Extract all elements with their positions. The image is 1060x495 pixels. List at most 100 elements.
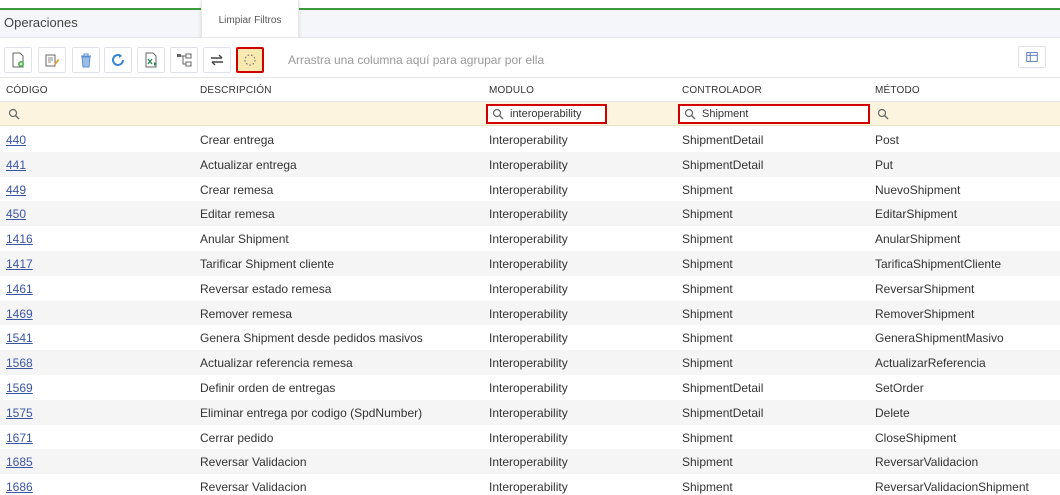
table-row[interactable]: 1416 Anular Shipment Interoperability Shipm… — [0, 226, 1060, 251]
codigo-link[interactable]: 441 — [6, 158, 26, 172]
column-header-modulo[interactable]: MODULO — [489, 85, 534, 96]
codigo-link[interactable]: 1416 — [6, 232, 33, 246]
hierarchy-icon — [177, 53, 192, 67]
controlador-cell: Shipment — [682, 281, 733, 296]
controlador-cell: Shipment — [682, 306, 733, 321]
hierarchy-button[interactable] — [170, 47, 198, 73]
refresh-button[interactable] — [104, 47, 132, 73]
column-header-codigo[interactable]: CÓDIGO — [6, 85, 48, 96]
table-row[interactable]: 1671 Cerrar pedido Interoperability Shipmen… — [0, 425, 1060, 450]
codigo-filter[interactable] — [4, 104, 194, 124]
panel-title: Operaciones — [4, 15, 78, 30]
table-row[interactable]: 441 Actualizar entrega Interoperability Shi… — [0, 151, 1060, 177]
modulo-cell: Interoperability — [489, 480, 568, 495]
descripcion-cell: Actualizar entrega — [200, 157, 297, 172]
metodo-cell: SetOrder — [875, 380, 924, 395]
swap-button[interactable] — [203, 47, 231, 73]
codigo-link[interactable]: 1575 — [6, 406, 33, 420]
table-row[interactable]: 1461 Reversar estado remesa Interoperabili… — [0, 276, 1060, 301]
grid-body: 440 Crear entrega Interoperability Shipment… — [0, 127, 1060, 495]
codigo-link[interactable]: 449 — [6, 183, 26, 197]
controlador-filter[interactable]: Shipment — [678, 104, 870, 124]
modulo-cell: Interoperability — [489, 356, 568, 371]
column-header-metodo[interactable]: MÉTODO — [875, 85, 920, 96]
table-row[interactable]: 449 Crear remesa Interoperability Shipment N… — [0, 177, 1060, 202]
metodo-cell: EditarShipment — [875, 207, 958, 222]
metodo-cell: ActualizarReferencia — [875, 356, 986, 371]
metodo-cell: AnularShipment — [875, 232, 961, 247]
descripcion-cell: Definir orden de entregas — [200, 380, 336, 395]
codigo-link[interactable]: 1541 — [6, 331, 33, 345]
descripcion-cell: Genera Shipment desde pedidos masivos — [200, 331, 423, 346]
descripcion-cell: Actualizar referencia remesa — [200, 356, 353, 371]
clear-filters-icon — [244, 54, 256, 66]
new-record-button[interactable] — [4, 47, 32, 73]
controlador-cell: Shipment — [682, 480, 733, 495]
group-by-hint[interactable]: Arrastra una columna aquí para agrupar p… — [288, 53, 544, 67]
search-icon — [492, 108, 504, 120]
search-icon — [684, 108, 696, 120]
clear-filters-tooltip: Limpiar Filtros — [201, 0, 299, 38]
controlador-cell: ShipmentDetail — [682, 133, 764, 147]
controlador-cell: Shipment — [682, 232, 733, 247]
table-row[interactable]: 1575 Eliminar entrega por codigo (SpdNumb… — [0, 399, 1060, 425]
controlador-cell: ShipmentDetail — [682, 405, 764, 420]
controlador-cell: ShipmentDetail — [682, 157, 764, 172]
descripcion-cell: Crear entrega — [200, 133, 275, 147]
search-icon — [8, 108, 20, 120]
table-row[interactable]: 1417 Tarificar Shipment cliente Interopera… — [0, 250, 1060, 276]
table-row[interactable]: 1568 Actualizar referencia remesa Interope… — [0, 350, 1060, 375]
export-excel-icon — [145, 52, 157, 68]
codigo-link[interactable]: 1417 — [6, 257, 33, 271]
column-header-descripcion[interactable]: DESCRIPCIÓN — [200, 85, 272, 96]
modulo-cell: Interoperability — [489, 306, 568, 321]
codigo-link[interactable]: 1686 — [6, 480, 33, 494]
metodo-cell: Post — [875, 133, 900, 147]
codigo-link[interactable]: 1568 — [6, 356, 33, 370]
descripcion-cell: Remover remesa — [200, 306, 293, 321]
metodo-cell: NuevoShipment — [875, 182, 961, 197]
metodo-filter[interactable] — [873, 104, 1053, 124]
table-row[interactable]: 1685 Reversar Validacion Interoperability S… — [0, 449, 1060, 475]
controlador-filter-value: Shipment — [702, 108, 749, 120]
column-chooser-button[interactable] — [1018, 46, 1046, 68]
codigo-link[interactable]: 1469 — [6, 307, 33, 321]
table-row[interactable]: 1569 Definir orden de entregas Interoperab… — [0, 375, 1060, 400]
codigo-link[interactable]: 1461 — [6, 282, 33, 296]
controlador-cell: Shipment — [682, 430, 733, 445]
clear-filters-button[interactable] — [236, 47, 264, 73]
edit-record-icon — [45, 54, 60, 67]
metodo-cell: ReversarValidacion — [875, 455, 979, 470]
codigo-link[interactable]: 450 — [6, 207, 26, 221]
descripcion-cell: Eliminar entrega por codigo (SpdNumber) — [200, 405, 423, 420]
edit-record-button[interactable] — [38, 47, 66, 73]
table-row[interactable]: 1686 Reversar Validacion Interoperability S… — [0, 474, 1060, 495]
metodo-cell: CloseShipment — [875, 430, 957, 445]
codigo-link[interactable]: 1685 — [6, 455, 33, 469]
export-excel-button[interactable] — [137, 47, 165, 73]
column-header-controlador[interactable]: CONTROLADOR — [682, 85, 762, 96]
controlador-cell: Shipment — [682, 356, 733, 371]
table-row[interactable]: 1541 Genera Shipment desde pedidos masivo… — [0, 325, 1060, 350]
controlador-cell: Shipment — [682, 455, 733, 470]
delete-button[interactable] — [72, 47, 100, 73]
tooltip-text: Limpiar Filtros — [218, 15, 282, 26]
codigo-link[interactable]: 1671 — [6, 431, 33, 445]
modulo-cell: Interoperability — [489, 380, 568, 395]
descripcion-cell: Reversar Validacion — [200, 480, 307, 495]
modulo-cell: Interoperability — [489, 207, 568, 222]
modulo-cell: Interoperability — [489, 430, 568, 445]
codigo-link[interactable]: 440 — [6, 133, 26, 147]
modulo-filter[interactable]: interoperability — [486, 104, 607, 124]
metodo-cell: ReversarShipment — [875, 281, 975, 296]
controlador-cell: Shipment — [682, 182, 733, 197]
modulo-cell: Interoperability — [489, 281, 568, 296]
codigo-link[interactable]: 1569 — [6, 381, 33, 395]
table-row[interactable]: 440 Crear entrega Interoperability Shipment… — [0, 127, 1060, 152]
grid-header: CÓDIGO DESCRIPCIÓN MODULO CONTROLADOR MÉ… — [0, 78, 1060, 102]
table-row[interactable]: 1469 Remover remesa Interoperability Shipme… — [0, 300, 1060, 326]
controlador-cell: Shipment — [682, 331, 733, 346]
table-row[interactable]: 450 Editar remesa Interoperability Shipment… — [0, 201, 1060, 227]
descripcion-cell: Anular Shipment — [200, 232, 289, 247]
descripcion-cell: Reversar Validacion — [200, 455, 307, 470]
